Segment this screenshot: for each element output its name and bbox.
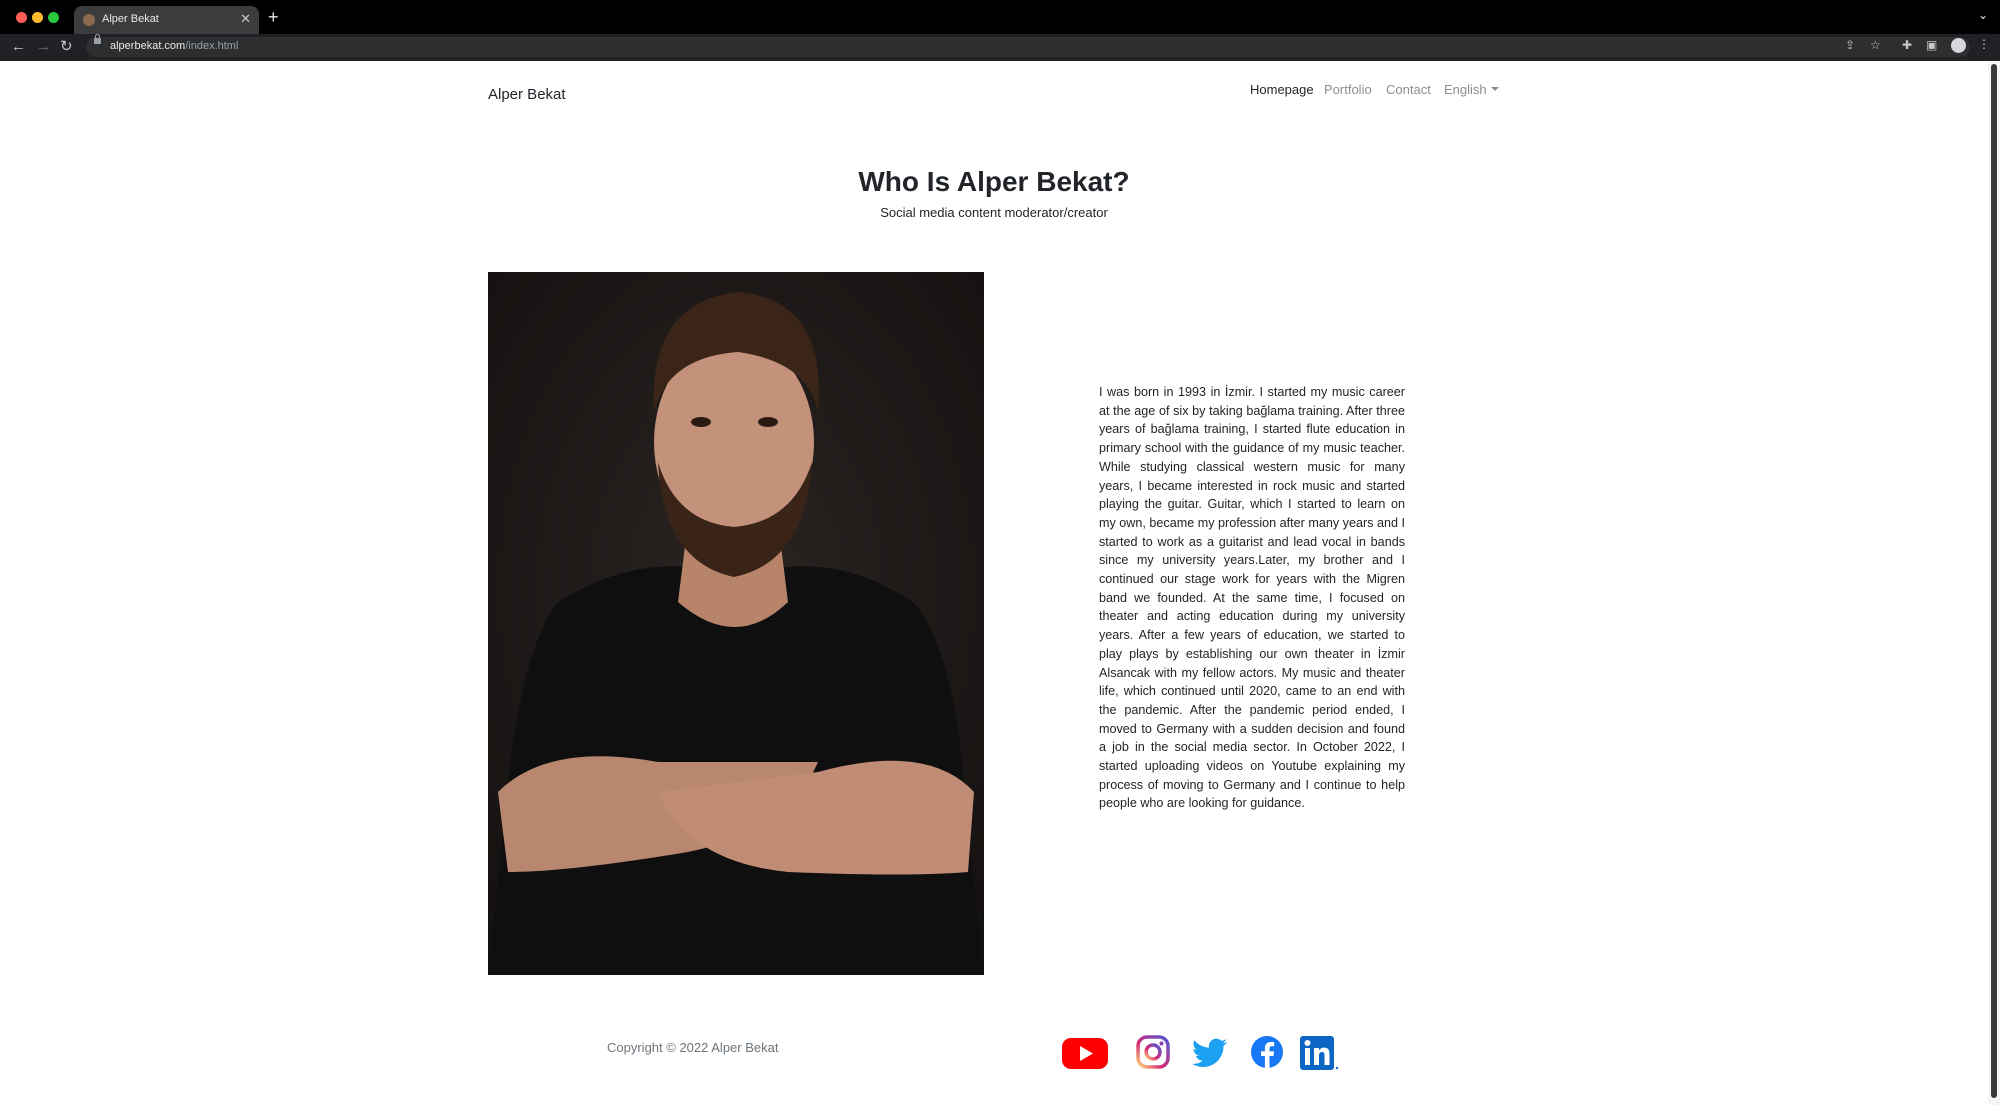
- page-subtitle: Social media content moderator/creator: [880, 205, 1108, 220]
- youtube-icon[interactable]: [1061, 1035, 1109, 1071]
- back-arrow-icon[interactable]: ←: [11, 37, 26, 57]
- side-panel-icon[interactable]: ▣: [1926, 38, 1937, 52]
- nav-homepage[interactable]: Homepage: [1250, 82, 1314, 97]
- page-title: Who Is Alper Bekat?: [858, 166, 1130, 197]
- address-bar[interactable]: [86, 37, 1970, 57]
- site-brand[interactable]: Alper Bekat: [488, 86, 566, 103]
- chevron-down-icon: [1490, 87, 1499, 91]
- portrait-illustration: [488, 272, 984, 975]
- profile-photo: [488, 272, 984, 975]
- maximize-window-button[interactable]: [48, 12, 59, 23]
- linkedin-icon[interactable]: [1296, 1035, 1344, 1071]
- profile-avatar-icon[interactable]: [1951, 38, 1966, 53]
- tab-search-icon[interactable]: ⌄: [1978, 8, 1988, 22]
- url-text[interactable]: alperbekat.com/index.html: [110, 40, 238, 52]
- forward-arrow-icon[interactable]: →: [36, 37, 51, 57]
- minimize-window-button[interactable]: [32, 12, 43, 23]
- close-window-button[interactable]: [16, 12, 27, 23]
- facebook-icon[interactable]: [1243, 1035, 1291, 1071]
- nav-contact[interactable]: Contact: [1386, 82, 1431, 97]
- favicon-icon: [83, 14, 95, 26]
- nav-portfolio[interactable]: Portfolio: [1324, 82, 1372, 97]
- browser-chrome: Alper Bekat ✕ + ⌄ ← → ↻ alperbekat.com/i…: [0, 0, 2000, 61]
- instagram-icon[interactable]: [1129, 1035, 1177, 1071]
- language-dropdown[interactable]: English: [1444, 82, 1499, 97]
- scrollbar-thumb[interactable]: [1991, 64, 1997, 1098]
- tab-title: Alper Bekat: [102, 13, 159, 25]
- url-path: /index.html: [185, 40, 239, 52]
- lock-icon[interactable]: [94, 34, 101, 44]
- close-tab-icon[interactable]: ✕: [240, 11, 251, 27]
- browser-menu-icon[interactable]: ⋮: [1978, 37, 1990, 51]
- reload-icon[interactable]: ↻: [60, 37, 73, 57]
- bookmark-star-icon[interactable]: ☆: [1870, 38, 1881, 52]
- browser-toolbar: ← → ↻: [0, 34, 2000, 61]
- new-tab-icon[interactable]: +: [268, 7, 279, 27]
- extensions-icon[interactable]: ✚: [1902, 38, 1912, 52]
- tab-strip: Alper Bekat ✕ + ⌄: [0, 0, 2000, 34]
- url-host: alperbekat.com: [110, 40, 186, 52]
- language-label: English: [1444, 82, 1487, 97]
- twitter-icon[interactable]: [1185, 1035, 1233, 1071]
- share-icon[interactable]: ⇪: [1845, 38, 1855, 52]
- biography-text: I was born in 1993 in İzmir. I started m…: [1099, 385, 1405, 811]
- copyright-text: Copyright © 2022 Alper Bekat: [607, 1040, 779, 1055]
- browser-tab[interactable]: Alper Bekat ✕: [74, 6, 259, 34]
